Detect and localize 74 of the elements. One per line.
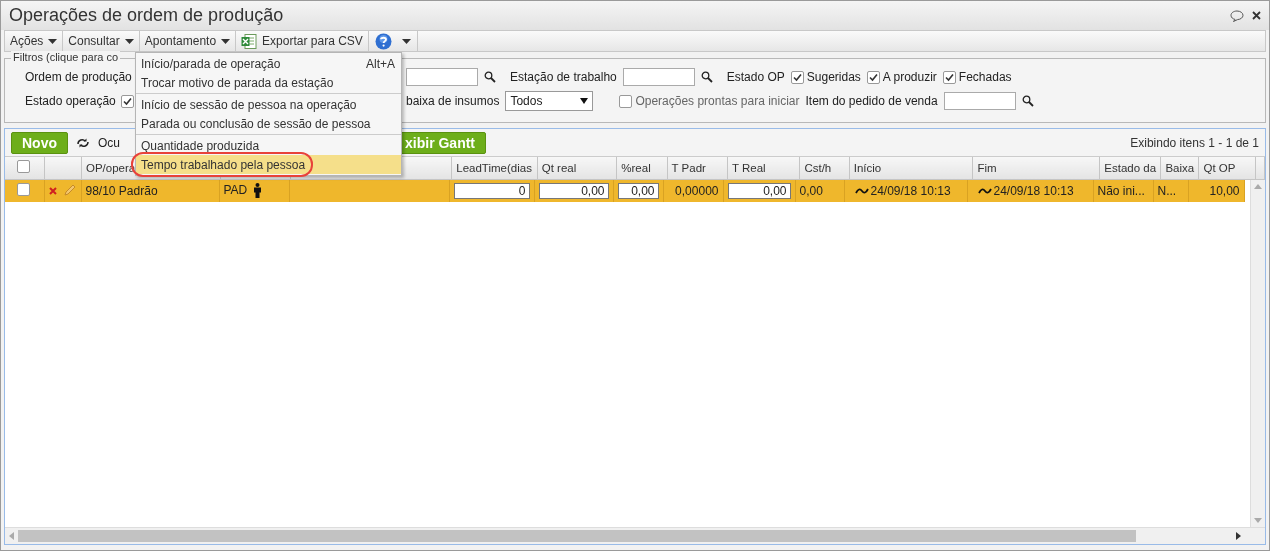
cell-input[interactable]: 0,00 [727,182,791,199]
cell-input[interactable]: 0 [453,182,530,199]
cell-input[interactable]: 0,00 [538,182,609,199]
filter-input[interactable] [943,92,1016,110]
tilde-icon [854,186,869,195]
checkbox[interactable] [790,70,804,84]
table-cell: 0,00 [799,183,823,198]
column-header[interactable]: Estado da [1099,157,1161,179]
table-cell: Não ini... [1097,183,1145,198]
column-header[interactable]: Baixa [1160,157,1199,179]
table-cell: 24/09/18 10:13 [870,183,951,198]
hide-label[interactable]: Ocu [98,135,120,150]
row-checkbox[interactable] [17,182,30,196]
close-icon[interactable] [1252,11,1261,20]
column-header[interactable]: LeadTime(dias [451,157,538,179]
filter-label: Item do pedido de venda [805,94,938,108]
filter-input[interactable] [406,68,478,86]
column-header[interactable]: Início [849,157,973,179]
scrollbar-thumb[interactable] [18,530,1136,542]
dropdown-arrow-icon[interactable] [580,98,589,104]
caret-icon [401,38,411,44]
table-cell: PAD [223,182,248,197]
scroll-right-icon[interactable] [1236,532,1241,540]
column-header[interactable]: Fim [973,157,1100,179]
filters-legend[interactable]: Filtros (clique para co [11,51,121,63]
search-icon[interactable] [484,71,496,83]
spreadsheet-icon [241,33,258,49]
caret-icon [124,38,134,44]
menu-button[interactable]: Apontamento [139,31,237,51]
cell-input[interactable]: 0,00 [617,182,659,199]
menu-item[interactable]: Início de sessão de pessoa na operação [136,95,401,114]
column-header[interactable]: Qt real [537,157,617,179]
export-button[interactable]: Exportar para CSV [236,31,369,51]
checkbox-label: A produzir [882,70,937,84]
tilde-icon [977,186,992,195]
paging-text: Exibindo itens 1 - 1 de 1 [1130,135,1259,150]
checkbox-label: Fechadas [958,70,1012,84]
menu-item[interactable]: Trocar motivo de parada da estação [136,73,401,92]
filter-label: Estação de trabalho [510,70,617,84]
menu-item[interactable]: Início/parada de operação Alt+A [136,54,401,73]
column-header[interactable]: T Real [727,157,800,179]
window-title: Operações de ordem de produção [9,5,284,26]
column-header[interactable]: Cst/h [799,157,850,179]
help-icon [374,32,392,50]
column-header[interactable]: %real [616,157,668,179]
filter-input[interactable] [622,68,695,86]
column-header[interactable]: Qt OP [1198,157,1256,179]
table-cell: 10,00 [1209,183,1240,198]
caret-icon [48,38,58,44]
select-field[interactable]: Todos [505,91,594,111]
filter-label: Estado OP [726,70,785,84]
select-all-checkbox[interactable] [17,160,30,174]
menu-item[interactable]: Parada ou conclusão de sessão de pessoa [136,114,401,133]
filter-label: Ordem de produção [25,70,132,84]
checkbox[interactable] [120,94,134,108]
table-cell: 0,00000 [675,183,719,198]
column-header[interactable]: T Padr [667,157,728,179]
speech-bubble-icon[interactable] [1230,9,1244,22]
caret-icon [221,38,231,44]
refresh-icon[interactable] [76,136,90,149]
filter-label: Estado operação [25,94,116,108]
search-icon[interactable] [700,71,713,83]
table-cell: 24/09/18 10:13 [993,183,1074,198]
checkbox[interactable] [942,70,956,84]
checkbox[interactable] [619,94,633,108]
checkbox-label: Sugeridas [806,70,861,84]
checkbox[interactable] [866,70,880,84]
checkbox-label: Operações prontas para iniciar [635,94,800,108]
table-cell: N... [1157,183,1177,198]
filter-label: baixa de insumos [406,94,500,108]
person-icon [253,183,261,199]
search-icon[interactable] [1021,95,1034,107]
table-cell: 98/10 Padrão [85,183,158,198]
delete-icon[interactable] [48,186,57,195]
